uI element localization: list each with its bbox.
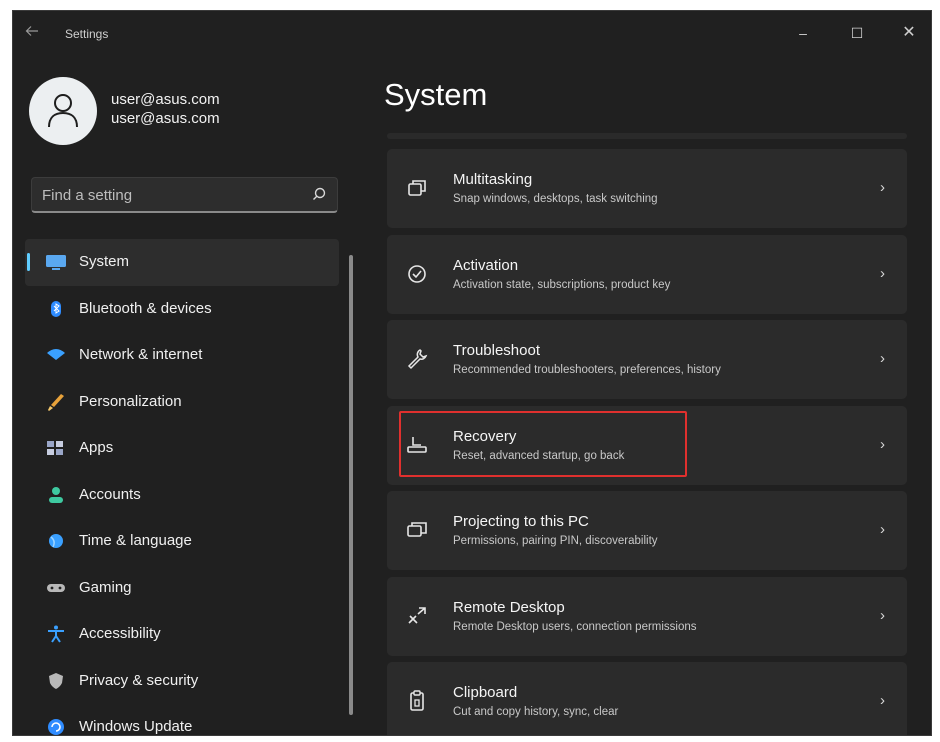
sidebar-item-label: Personalization [79,392,182,410]
accessibility-icon [45,624,67,644]
user-email: user@asus.com [111,91,220,108]
settings-window: Settings – ☐ ✕ user@asus.com user@asus.c… [12,10,932,736]
selection-indicator [27,253,30,271]
avatar[interactable] [29,77,97,145]
sidebar-nav: System Bluetooth & devices Network & int… [25,239,339,735]
card-recovery[interactable]: Recovery Reset, advanced startup, go bac… [387,405,907,485]
back-arrow-icon[interactable] [25,25,45,41]
chevron-right-icon: › [880,435,885,453]
card-title: Clipboard [453,684,518,701]
person-icon [48,94,78,128]
card-title: Recovery [453,427,517,445]
card-subtitle: Reset, advanced startup, go back [453,449,625,462]
sidebar-item-label: Accessibility [79,625,161,642]
sidebar-item-accounts[interactable]: Accounts [25,472,339,519]
sidebar-item-network[interactable]: Network & internet [25,332,339,379]
card-title: Activation [453,256,519,274]
projecting-icon [405,518,429,542]
minimize-button[interactable]: – [789,21,817,45]
sidebar-item-system[interactable]: System [25,239,339,286]
settings-list: Multitasking Snap windows, desktops, tas… [387,149,907,735]
monitor-icon [45,252,67,272]
chevron-right-icon: › [880,692,885,709]
sidebar-item-bluetooth[interactable]: Bluetooth & devices [25,286,339,333]
brush-icon [45,392,67,412]
apps-icon [45,438,67,458]
check-circle-icon [405,262,429,286]
search-box [31,177,338,213]
chevron-right-icon: › [880,350,885,367]
card-remote-desktop[interactable]: Remote Desktop Remote Desktop users, con… [387,576,907,656]
search-icon[interactable] [311,186,327,207]
page-title: System [384,77,488,112]
card-subtitle: Permissions, pairing PIN, discoverabilit… [453,535,658,547]
sidebar-item-label: Time & language [79,532,192,549]
update-icon [45,717,67,735]
card-title: Remote Desktop [453,598,565,616]
scrolled-card-edge [387,133,907,139]
search-input[interactable] [40,184,300,206]
gamepad-icon [45,578,67,598]
sidebar-scrollbar[interactable] [349,255,353,715]
card-projecting[interactable]: Projecting to this PC Permissions, pairi… [387,491,907,570]
sidebar-item-label: Accounts [79,485,141,503]
person-icon [45,485,67,505]
sidebar-item-personalization[interactable]: Personalization [25,379,339,426]
title-bar: Settings – ☐ ✕ [13,11,931,57]
app-title: Settings [65,27,109,41]
close-button[interactable]: ✕ [895,21,923,45]
card-subtitle: Recommended troubleshooters, preferences… [453,364,721,376]
user-account: user@asus.com [111,110,220,127]
sidebar-item-time-language[interactable]: Time & language [25,518,339,565]
globe-clock-icon [45,531,67,551]
sidebar-item-windows-update[interactable]: Windows Update [25,704,339,735]
sidebar-item-label: Bluetooth & devices [79,299,212,317]
sidebar-item-accessibility[interactable]: Accessibility [25,611,339,658]
sidebar-item-label: Privacy & security [79,671,199,689]
card-subtitle: Remote Desktop users, connection permiss… [453,620,697,633]
card-title: Projecting to this PC [453,513,589,530]
recovery-icon [405,433,429,457]
sidebar-item-apps[interactable]: Apps [25,425,339,472]
card-clipboard[interactable]: Clipboard Cut and copy history, sync, cl… [387,662,907,735]
bluetooth-icon [45,299,67,319]
card-multitasking[interactable]: Multitasking Snap windows, desktops, tas… [387,149,907,228]
wifi-icon [45,345,67,365]
chevron-right-icon: › [880,606,885,624]
card-activation[interactable]: Activation Activation state, subscriptio… [387,234,907,314]
sidebar-item-label: Apps [79,439,114,456]
card-subtitle: Activation state, subscriptions, product… [453,278,671,291]
sidebar-item-label: Gaming [79,578,132,596]
card-troubleshoot[interactable]: Troubleshoot Recommended troubleshooters… [387,320,907,399]
chevron-right-icon: › [880,264,885,282]
card-title: Multitasking [453,171,533,188]
wrench-icon [405,347,429,371]
remote-desktop-icon [405,604,429,628]
card-subtitle: Snap windows, desktops, task switching [453,193,658,205]
clipboard-icon [405,689,429,713]
sidebar-item-label: Windows Update [79,718,193,735]
card-subtitle: Cut and copy history, sync, clear [453,706,619,718]
shield-icon [45,671,67,691]
multitasking-icon [405,176,429,200]
sidebar-item-label: Network & internet [79,346,203,363]
sidebar-item-gaming[interactable]: Gaming [25,565,339,612]
sidebar-item-label: System [79,253,130,270]
chevron-right-icon: › [880,179,885,196]
card-title: Troubleshoot [453,342,540,359]
sidebar-item-privacy-security[interactable]: Privacy & security [25,658,339,705]
chevron-right-icon: › [880,521,885,538]
maximize-button[interactable]: ☐ [843,21,871,45]
